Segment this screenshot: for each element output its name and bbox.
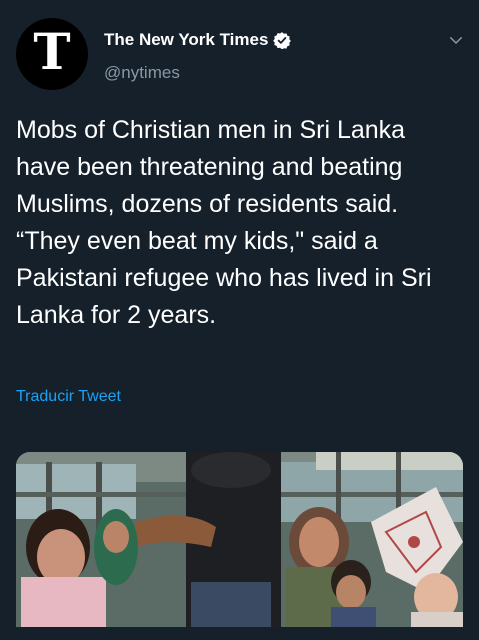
translate-tweet-link[interactable]: Traducir Tweet	[16, 388, 121, 406]
tweet-photo[interactable]	[16, 452, 463, 627]
account-name-row[interactable]: The New York Times	[104, 30, 292, 50]
tweet-text: Mobs of Christian men in Sri Lanka have …	[16, 116, 432, 329]
chevron-down-icon[interactable]	[447, 31, 465, 49]
verified-badge-icon	[273, 32, 292, 49]
account-handle[interactable]: @nytimes	[104, 63, 180, 83]
photo-illustration	[16, 452, 463, 627]
avatar-logo: T	[33, 22, 71, 81]
display-name[interactable]: The New York Times	[104, 30, 268, 50]
avatar[interactable]: T	[16, 18, 88, 90]
